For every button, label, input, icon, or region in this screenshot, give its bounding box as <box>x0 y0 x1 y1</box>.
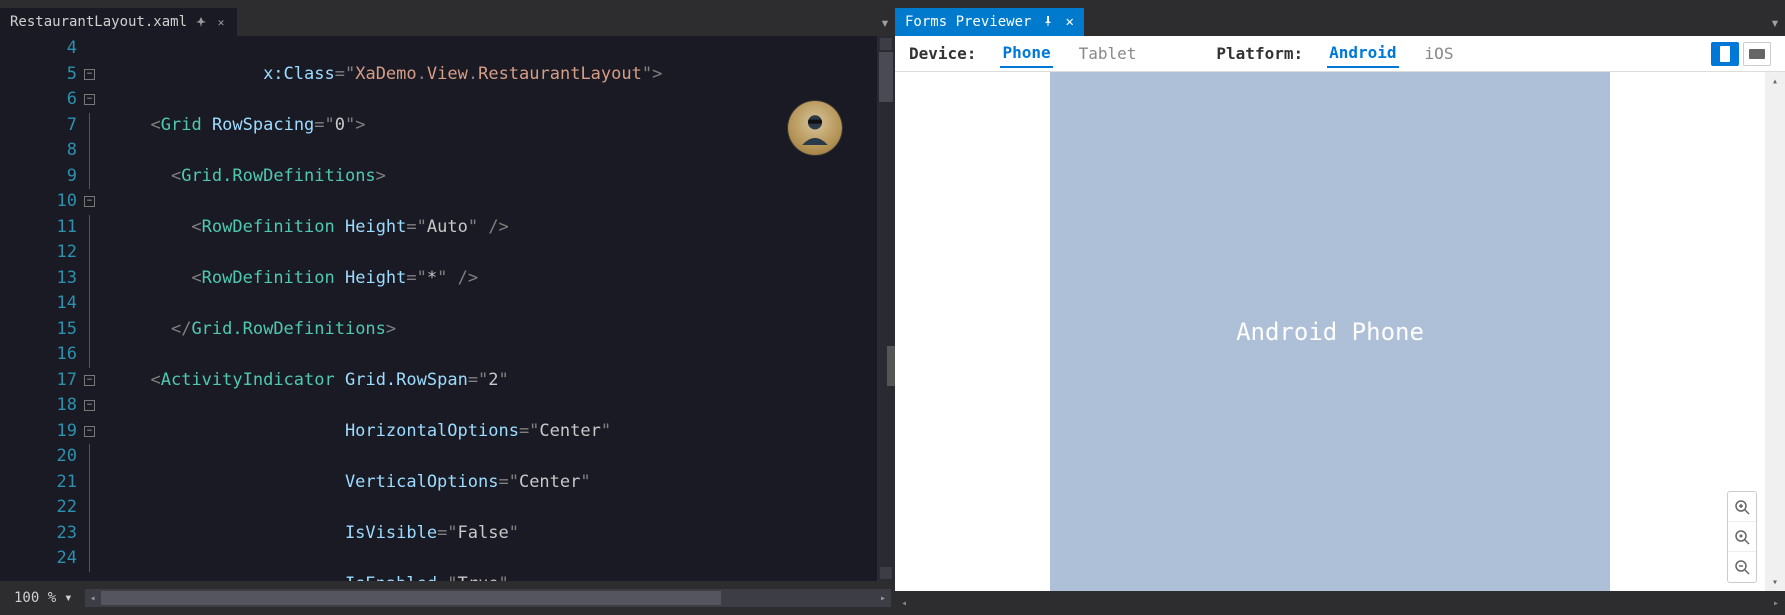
orientation-portrait-button[interactable] <box>1711 42 1739 66</box>
pin-icon[interactable] <box>1043 14 1053 30</box>
codelens-avatar-icon[interactable] <box>788 101 842 155</box>
scrollbar-thumb[interactable] <box>101 591 721 605</box>
zoom-fit-button[interactable] <box>1728 522 1756 552</box>
previewer-canvas[interactable]: Android Phone <box>895 72 1765 591</box>
fold-toggle-icon[interactable]: − <box>84 426 95 437</box>
tab-dropdown-icon[interactable]: ▾ <box>875 8 895 36</box>
previewer-toolbar: Device: Phone Tablet Platform: Android i… <box>895 36 1785 72</box>
device-option-phone[interactable]: Phone <box>1000 39 1052 68</box>
editor-footer: 100 % ▾ ◂ ▸ <box>0 581 895 615</box>
editor-horizontal-scrollbar[interactable]: ◂ ▸ <box>85 589 891 607</box>
previewer-horizontal-scrollbar[interactable]: ◂ ▸ <box>895 591 1785 615</box>
zoom-in-button[interactable] <box>1728 492 1756 522</box>
line-number-gutter: 4 5− 6− 7 8 9 10− 11 12 13 14 15 16 17− … <box>0 36 105 581</box>
window-toolbar <box>0 0 1785 8</box>
device-option-tablet[interactable]: Tablet <box>1077 40 1139 67</box>
zoom-tools <box>1727 491 1757 583</box>
fold-toggle-icon[interactable]: − <box>84 400 95 411</box>
fold-toggle-icon[interactable]: − <box>84 69 95 80</box>
file-tab-restaurantlayout[interactable]: RestaurantLayout.xaml ✕ <box>0 8 237 36</box>
previewer-titlebar: Forms Previewer ✕ ▾ <box>895 8 1785 36</box>
fold-toggle-icon[interactable]: − <box>84 375 95 386</box>
scroll-right-icon[interactable]: ▸ <box>1767 598 1785 609</box>
previewer-title-tab[interactable]: Forms Previewer ✕ <box>895 8 1084 36</box>
platform-label: Platform: <box>1216 44 1303 63</box>
chevron-down-icon[interactable]: ▾ <box>64 590 72 606</box>
previewer-title-label: Forms Previewer <box>905 14 1031 30</box>
platform-option-android[interactable]: Android <box>1327 39 1398 68</box>
tab-well: RestaurantLayout.xaml ✕ ▾ <box>0 8 895 36</box>
code-area[interactable]: x:Class="XaDemo.View.RestaurantLayout"> … <box>105 36 877 581</box>
editor-vertical-scrollbar[interactable] <box>877 36 895 581</box>
previewer-canvas-wrap: Android Phone ▴ ▾ <box>895 72 1785 591</box>
fold-toggle-icon[interactable]: − <box>84 196 95 207</box>
zoom-level[interactable]: 100 % ▾ <box>0 590 81 606</box>
scroll-up-icon[interactable]: ▴ <box>1765 72 1785 90</box>
orientation-toggle <box>1711 42 1771 66</box>
scrollbar-thumb[interactable] <box>879 52 893 102</box>
device-preview-label: Android Phone <box>1236 318 1424 346</box>
fold-toggle-icon[interactable]: − <box>84 94 95 105</box>
previewer-pane: Forms Previewer ✕ ▾ Device: Phone Tablet… <box>895 8 1785 615</box>
device-label: Device: <box>909 44 976 63</box>
editor-body: 4 5− 6− 7 8 9 10− 11 12 13 14 15 16 17− … <box>0 36 895 581</box>
scroll-down-icon[interactable]: ▾ <box>1765 573 1785 591</box>
scroll-left-icon[interactable]: ◂ <box>895 598 913 609</box>
pin-icon[interactable] <box>195 16 207 28</box>
device-preview: Android Phone <box>1050 72 1610 591</box>
split-handle-icon[interactable] <box>887 346 895 386</box>
file-tab-label: RestaurantLayout.xaml <box>10 14 187 30</box>
main-split: RestaurantLayout.xaml ✕ ▾ 4 5− 6− 7 8 9 … <box>0 8 1785 615</box>
close-icon[interactable]: ✕ <box>1065 14 1073 30</box>
zoom-out-button[interactable] <box>1728 552 1756 582</box>
scroll-left-icon[interactable]: ◂ <box>85 589 101 607</box>
close-icon[interactable]: ✕ <box>215 16 227 28</box>
panel-dropdown-icon[interactable]: ▾ <box>1765 8 1785 36</box>
scroll-right-icon[interactable]: ▸ <box>875 589 891 607</box>
platform-option-ios[interactable]: iOS <box>1423 40 1456 67</box>
editor-pane: RestaurantLayout.xaml ✕ ▾ 4 5− 6− 7 8 9 … <box>0 8 895 615</box>
orientation-landscape-button[interactable] <box>1743 42 1771 66</box>
zoom-value: 100 % <box>14 590 56 606</box>
previewer-vertical-scrollbar[interactable]: ▴ ▾ <box>1765 72 1785 591</box>
